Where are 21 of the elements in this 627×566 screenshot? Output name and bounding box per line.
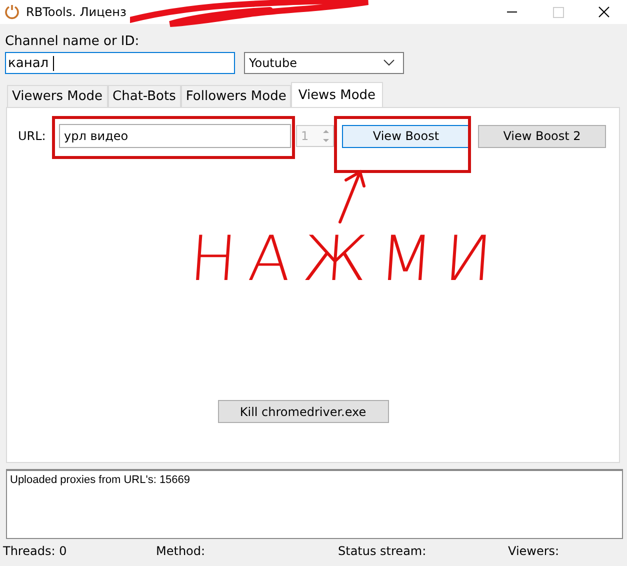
- view-boost-button[interactable]: View Boost: [342, 124, 470, 148]
- platform-dropdown[interactable]: Youtube: [244, 52, 404, 74]
- view-boost-button[interactable]: View Boost 2: [478, 124, 606, 148]
- status-text: Status stream:: [338, 544, 426, 558]
- tab[interactable]: Views Mode: [291, 82, 383, 107]
- app-icon: [4, 4, 20, 20]
- tab[interactable]: Chat-Bots: [108, 85, 181, 107]
- status-text: Threads: 0: [3, 544, 67, 558]
- chevron-down-icon: [383, 59, 395, 67]
- log-line: Uploaded proxies from URL's: 15669: [10, 474, 192, 486]
- url-label: URL:: [18, 129, 47, 143]
- handwritten-text: НАЖМИ: [187, 222, 506, 295]
- status-text: Method:: [156, 544, 206, 558]
- url-field[interactable]: урл видео: [59, 124, 291, 148]
- status-text: Viewers:: [508, 544, 560, 558]
- tab[interactable]: Viewers Mode: [7, 85, 108, 107]
- channel-label: Channel name or ID:: [5, 34, 140, 49]
- kill-button[interactable]: Kill chromedriver.exe: [218, 400, 388, 423]
- channel-field[interactable]: канал: [5, 52, 235, 74]
- window-title: RBTools. Лиценз: [26, 5, 126, 19]
- tab[interactable]: Followers Mode: [180, 85, 292, 107]
